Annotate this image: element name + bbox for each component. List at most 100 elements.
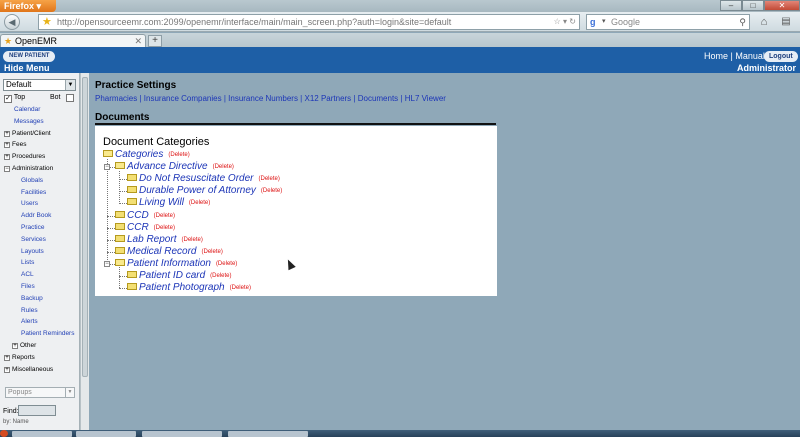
- maximize-icon[interactable]: □: [742, 0, 764, 11]
- new-patient-button[interactable]: NEW PATIENT: [3, 51, 56, 62]
- left-nav-scrollbar[interactable]: [80, 73, 89, 430]
- category-label[interactable]: CCR: [127, 222, 149, 233]
- category-label[interactable]: Patient Photograph: [139, 282, 225, 293]
- delete-category-link[interactable]: (Delete): [213, 164, 234, 170]
- popups-select[interactable]: Popups ▼: [5, 387, 75, 398]
- expand-icon[interactable]: +: [4, 130, 10, 137]
- category-node[interactable]: CCD (Delete): [115, 210, 175, 222]
- delete-category-link[interactable]: (Delete): [230, 285, 251, 291]
- scrollbar-thumb[interactable]: [82, 77, 88, 377]
- bot-checkbox[interactable]: [66, 94, 74, 102]
- category-label[interactable]: Patient Information: [127, 258, 211, 269]
- menu-item-globals[interactable]: Globals: [4, 175, 80, 187]
- menu-item-alerts[interactable]: Alerts: [4, 316, 80, 328]
- top-checkbox[interactable]: ✓: [4, 95, 12, 103]
- category-node[interactable]: Categories (Delete): [103, 149, 190, 161]
- search-bar[interactable]: g ▾ Google ⚲: [586, 14, 750, 30]
- category-node[interactable]: Lab Report (Delete): [115, 234, 203, 246]
- menu-item-files[interactable]: Files: [4, 281, 80, 293]
- menu-item-administration[interactable]: − Administration: [4, 163, 80, 175]
- collapse-node-icon[interactable]: −: [104, 164, 110, 170]
- close-icon[interactable]: ✕: [764, 0, 800, 11]
- nav-link-pharmacies[interactable]: Pharmacies: [95, 94, 137, 103]
- menu-item-acl[interactable]: ACL: [4, 269, 80, 281]
- expand-icon[interactable]: +: [12, 342, 18, 349]
- menu-item-addr-book[interactable]: Addr Book: [4, 210, 80, 222]
- search-icon[interactable]: ⚲: [739, 15, 746, 29]
- home-link[interactable]: Home: [704, 51, 728, 61]
- menu-item-patient-client[interactable]: + Patient/Client: [4, 128, 80, 140]
- category-label[interactable]: Advance Directive: [127, 161, 208, 172]
- delete-category-link[interactable]: (Delete): [168, 152, 189, 158]
- manual-link[interactable]: Manual: [735, 51, 765, 61]
- category-label[interactable]: Lab Report: [127, 234, 176, 245]
- hide-menu-link[interactable]: Hide Menu: [4, 63, 50, 73]
- expand-icon[interactable]: +: [4, 354, 10, 361]
- menu-item-patient-reminders[interactable]: Patient Reminders: [4, 328, 80, 340]
- nav-link-documents[interactable]: Documents: [358, 94, 398, 103]
- start-button-icon[interactable]: [0, 430, 8, 437]
- collapse-icon[interactable]: −: [4, 165, 10, 172]
- menu-item-fees[interactable]: + Fees: [4, 139, 80, 151]
- back-arrow-icon[interactable]: ◀: [4, 14, 20, 30]
- category-node[interactable]: Living Will (Delete): [127, 197, 210, 209]
- nav-link-insurance-companies[interactable]: Insurance Companies: [144, 94, 222, 103]
- star-icon[interactable]: ★: [42, 15, 52, 29]
- category-node[interactable]: Do Not Resuscitate Order (Delete): [127, 173, 280, 185]
- bookmarks-icon[interactable]: ▤: [778, 15, 794, 29]
- category-node[interactable]: CCR (Delete): [115, 222, 175, 234]
- search-input[interactable]: Google: [611, 15, 640, 29]
- frame-layout-select[interactable]: Default ▼: [3, 79, 76, 91]
- taskbar-button[interactable]: [228, 431, 308, 437]
- menu-item-other[interactable]: + Other: [4, 340, 80, 352]
- expand-icon[interactable]: +: [4, 154, 10, 161]
- expand-icon[interactable]: +: [4, 366, 10, 373]
- menu-item-procedures[interactable]: + Procedures: [4, 151, 80, 163]
- menu-item-practice[interactable]: Practice: [4, 222, 80, 234]
- category-label[interactable]: Living Will: [139, 197, 184, 208]
- delete-category-link[interactable]: (Delete): [181, 237, 202, 243]
- menu-item-services[interactable]: Services: [4, 234, 80, 246]
- find-input[interactable]: [18, 405, 56, 416]
- delete-category-link[interactable]: (Delete): [216, 261, 237, 267]
- delete-category-link[interactable]: (Delete): [261, 188, 282, 194]
- delete-category-link[interactable]: (Delete): [154, 213, 175, 219]
- expand-icon[interactable]: +: [4, 142, 10, 149]
- taskbar-button[interactable]: [142, 431, 222, 437]
- category-node[interactable]: Medical Record (Delete): [115, 246, 223, 258]
- menu-item-backup[interactable]: Backup: [4, 293, 80, 305]
- category-node[interactable]: Patient Photograph (Delete): [127, 282, 251, 294]
- delete-category-link[interactable]: (Delete): [154, 225, 175, 231]
- nav-link-hl7-viewer[interactable]: HL7 Viewer: [405, 94, 446, 103]
- category-node[interactable]: Patient Information (Delete): [115, 258, 237, 270]
- category-node[interactable]: Durable Power of Attorney (Delete): [127, 185, 282, 197]
- url-dropdown-icon[interactable]: ☆ ▾ ↻: [554, 15, 576, 29]
- taskbar-button[interactable]: [12, 431, 72, 437]
- firefox-menu-button[interactable]: Firefox ▾: [0, 0, 56, 12]
- delete-category-link[interactable]: (Delete): [210, 273, 231, 279]
- tab-close-icon[interactable]: ✕: [134, 35, 142, 47]
- menu-item-rules[interactable]: Rules: [4, 305, 80, 317]
- tab-openemr[interactable]: ★ OpenEMR ✕: [0, 34, 146, 47]
- category-label[interactable]: Categories: [115, 149, 163, 160]
- nav-link-insurance-numbers[interactable]: Insurance Numbers: [228, 94, 298, 103]
- new-tab-button[interactable]: +: [148, 35, 162, 47]
- collapse-node-icon[interactable]: −: [104, 261, 110, 267]
- nav-link-x12-partners[interactable]: X12 Partners: [304, 94, 351, 103]
- delete-category-link[interactable]: (Delete): [201, 249, 222, 255]
- menu-item-layouts[interactable]: Layouts: [4, 246, 80, 258]
- menu-item-miscellaneous[interactable]: + Miscellaneous: [4, 364, 80, 376]
- logout-button[interactable]: Logout: [764, 51, 798, 62]
- category-label[interactable]: CCD: [127, 210, 149, 221]
- category-label[interactable]: Do Not Resuscitate Order: [139, 173, 254, 184]
- category-node[interactable]: Patient ID card (Delete): [127, 270, 232, 282]
- category-label[interactable]: Durable Power of Attorney: [139, 185, 256, 196]
- menu-item-messages[interactable]: Messages: [4, 116, 80, 128]
- delete-category-link[interactable]: (Delete): [189, 200, 210, 206]
- taskbar-button[interactable]: [76, 431, 136, 437]
- menu-item-reports[interactable]: + Reports: [4, 352, 80, 364]
- url-bar[interactable]: ★ http://opensourceemr.com:2099/openemr/…: [38, 14, 580, 30]
- minimize-icon[interactable]: –: [720, 0, 742, 11]
- menu-item-facilities[interactable]: Facilities: [4, 187, 80, 199]
- search-engine-dropdown-icon[interactable]: ▾: [602, 15, 606, 29]
